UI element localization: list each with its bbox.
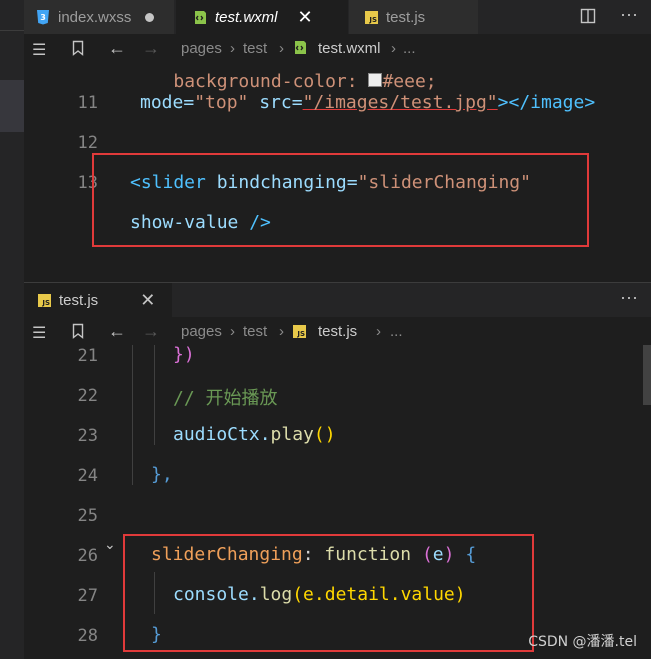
line-number: 23 bbox=[77, 426, 98, 446]
forward-arrow-icon[interactable]: → bbox=[142, 321, 160, 342]
top-breadcrumb-bar: ☰ ← → pages › test › test.wxml › ... bbox=[24, 34, 651, 62]
bottom-breadcrumb-bar: ☰ ← → pages › test › JS test.js › ... bbox=[24, 317, 651, 345]
js-icon: JS bbox=[38, 293, 51, 307]
top-tab-bar: 3 index.wxss test.wxml ✕ JS test.js ··· bbox=[24, 0, 651, 34]
chevron-right-icon: › bbox=[376, 323, 381, 340]
back-arrow-icon[interactable]: ← bbox=[108, 321, 126, 342]
wxml-icon bbox=[195, 10, 206, 24]
tab-label: test.wxml bbox=[215, 8, 278, 26]
line-number: 11 bbox=[77, 93, 98, 113]
modified-dot-icon bbox=[145, 12, 155, 22]
outline-list-icon[interactable]: ☰ bbox=[32, 323, 46, 343]
highlight-box-slider bbox=[92, 153, 589, 247]
tab-label: test.js bbox=[59, 291, 99, 309]
forward-arrow-icon[interactable]: → bbox=[142, 38, 160, 59]
tab-test-wxml[interactable]: test.wxml ✕ bbox=[176, 0, 348, 34]
code-line: audioCtx.play() bbox=[173, 424, 336, 445]
line-number: 24 bbox=[77, 466, 98, 486]
bookmark-icon[interactable] bbox=[72, 323, 84, 344]
line-number: 25 bbox=[77, 506, 98, 526]
breadcrumb-folder[interactable]: pages bbox=[181, 323, 222, 340]
activity-selected-item[interactable] bbox=[0, 80, 24, 132]
wxml-icon bbox=[295, 41, 306, 54]
split-editor-icon[interactable] bbox=[580, 8, 596, 29]
code-line: }, bbox=[151, 464, 173, 485]
bottom-tab-bar: JS test.js ✕ ··· bbox=[24, 283, 651, 317]
color-swatch-icon bbox=[368, 73, 383, 87]
chevron-right-icon: › bbox=[279, 323, 284, 340]
line-number: 21 bbox=[77, 346, 98, 366]
activity-strip bbox=[0, 0, 24, 659]
close-icon[interactable]: ✕ bbox=[140, 290, 155, 311]
more-actions-icon[interactable]: ··· bbox=[620, 4, 638, 25]
breadcrumb-folder[interactable]: test bbox=[243, 323, 267, 340]
breadcrumb-file[interactable]: test.wxml bbox=[318, 40, 381, 57]
breadcrumb-file[interactable]: test.js bbox=[318, 323, 357, 340]
line-number: 22 bbox=[77, 386, 98, 406]
indent-guide bbox=[154, 345, 155, 445]
code-comment: // 开始播放 bbox=[173, 388, 278, 409]
breadcrumb-folder[interactable]: test bbox=[243, 40, 267, 57]
close-icon[interactable]: ✕ bbox=[298, 7, 313, 28]
more-actions-icon[interactable]: ··· bbox=[620, 287, 638, 308]
line-number: 26 bbox=[77, 546, 98, 566]
watermark: CSDN @潘潘.tel bbox=[528, 634, 637, 650]
chevron-right-icon: › bbox=[230, 40, 235, 57]
line-number: 28 bbox=[77, 626, 98, 646]
chevron-right-icon: › bbox=[391, 40, 396, 57]
chevron-right-icon: › bbox=[279, 40, 284, 57]
chevron-right-icon: › bbox=[230, 323, 235, 340]
breadcrumb-symbol[interactable]: ... bbox=[403, 40, 416, 57]
breadcrumb-folder[interactable]: pages bbox=[181, 40, 222, 57]
tab-index-wxss[interactable]: 3 index.wxss bbox=[24, 0, 175, 34]
line-number: 27 bbox=[77, 586, 98, 606]
code-line: mode="top" src="/images/test.jpg"></imag… bbox=[140, 92, 596, 113]
back-arrow-icon[interactable]: ← bbox=[108, 38, 126, 59]
line-number: 13 bbox=[77, 173, 98, 193]
js-icon: JS bbox=[293, 325, 306, 338]
scrollbar-thumb[interactable] bbox=[643, 345, 651, 405]
tab-label: index.wxss bbox=[58, 8, 132, 26]
fold-chevron-icon[interactable]: ⌄ bbox=[104, 536, 116, 553]
breadcrumb-symbol[interactable]: ... bbox=[390, 323, 403, 340]
tab-test-js[interactable]: JS test.js bbox=[349, 0, 479, 34]
indent-guide bbox=[132, 345, 133, 485]
bookmark-icon[interactable] bbox=[72, 40, 84, 61]
svg-text:3: 3 bbox=[40, 13, 46, 22]
tab-test-js-bottom[interactable]: JS test.js ✕ bbox=[24, 283, 172, 317]
js-icon: JS bbox=[365, 10, 378, 24]
outline-list-icon[interactable]: ☰ bbox=[32, 40, 46, 60]
highlight-box-handler bbox=[123, 534, 534, 652]
tab-label: test.js bbox=[386, 8, 426, 26]
code-line: }) bbox=[173, 344, 195, 365]
line-number: 12 bbox=[77, 133, 98, 153]
css-icon: 3 bbox=[37, 10, 49, 25]
